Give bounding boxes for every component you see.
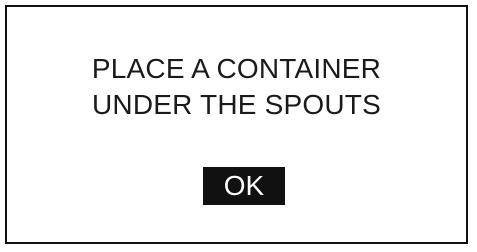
message-line-1: PLACE A CONTAINER — [91, 53, 382, 84]
display-screen: PLACE A CONTAINER UNDER THE SPOUTS OK — [5, 5, 468, 244]
message-line-2: UNDER THE SPOUTS — [92, 89, 381, 120]
dialog-message: PLACE A CONTAINER UNDER THE SPOUTS — [7, 51, 466, 123]
ok-button[interactable]: OK — [203, 167, 285, 205]
